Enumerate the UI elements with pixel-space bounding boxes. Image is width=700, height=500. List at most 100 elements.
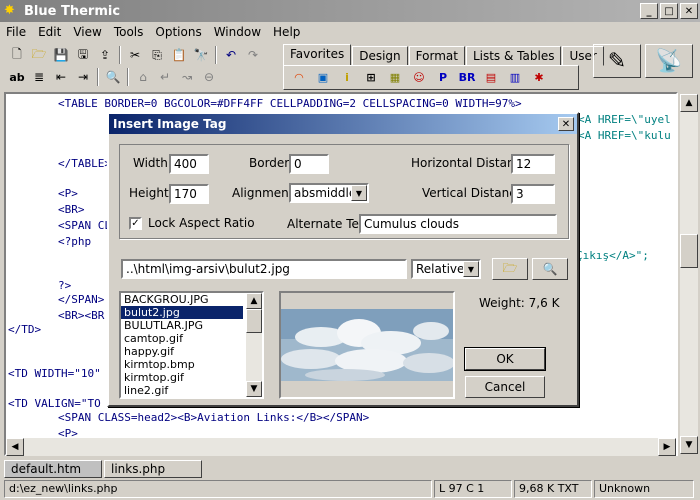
- scroll-left-icon[interactable]: ◀: [6, 438, 24, 456]
- menu-window[interactable]: Window: [214, 25, 261, 39]
- list-item[interactable]: line2.gif: [121, 384, 243, 397]
- home-icon[interactable]: ⌂: [132, 67, 154, 87]
- preview-image-icon[interactable]: 🔍: [532, 258, 568, 280]
- frames-icon[interactable]: ⊞: [360, 68, 382, 88]
- horizontal-scrollbar[interactable]: ◀ ▶: [6, 438, 676, 456]
- emoticon-icon[interactable]: ☺: [408, 68, 430, 88]
- list-item[interactable]: BACKGROU.JPG: [121, 293, 243, 306]
- cancel-button[interactable]: Cancel: [465, 376, 545, 398]
- title-bar: ✸ Blue Thermic _ □ ✕: [0, 0, 700, 22]
- list-item[interactable]: bulut2.jpg: [121, 306, 243, 319]
- status-path: d:\ez_new\links.php: [4, 480, 432, 498]
- scroll-up-icon[interactable]: ▲: [246, 293, 262, 309]
- image-icon[interactable]: ▦: [384, 68, 406, 88]
- save-icon[interactable]: 💾: [50, 45, 72, 65]
- list-item[interactable]: BULUTLAR.JPG: [121, 319, 243, 332]
- tag-tabs: Favorites Design Format Lists & Tables U…: [283, 44, 605, 66]
- upload-icon[interactable]: ⇪: [94, 45, 116, 65]
- path-mode-value: Relative: [416, 262, 465, 276]
- tab-favorites[interactable]: Favorites: [283, 44, 352, 66]
- paragraph-tag-icon[interactable]: P: [432, 68, 454, 88]
- stop-icon[interactable]: ⊖: [198, 67, 220, 87]
- notepad-icon[interactable]: ✎: [593, 44, 641, 78]
- border-field[interactable]: 0: [289, 154, 329, 174]
- image-preview: [279, 291, 455, 399]
- image-path-field[interactable]: ..\html\img-arsiv\bulut2.jpg: [121, 259, 407, 279]
- status-position: L 97 C 1: [434, 480, 512, 498]
- image-file-list[interactable]: BACKGROU.JPG bulut2.jpg BULUTLAR.JPG cam…: [119, 291, 264, 399]
- menu-options[interactable]: Options: [155, 25, 201, 39]
- horizontal-distance-field[interactable]: 12: [511, 154, 555, 174]
- save-all-icon[interactable]: 🖫: [72, 45, 94, 65]
- scroll-right-icon[interactable]: ▶: [658, 438, 676, 456]
- redo-icon[interactable]: ↷: [242, 45, 264, 65]
- alignment-select[interactable]: absmiddle ▼: [289, 183, 369, 203]
- list-item[interactable]: happy.gif: [121, 345, 243, 358]
- dialog-title: Insert Image Tag: [109, 114, 577, 134]
- preview-icon[interactable]: 🔍: [102, 67, 124, 87]
- indent-icon[interactable]: ⇥: [72, 67, 94, 87]
- scroll-thumb[interactable]: [246, 309, 262, 333]
- scroll-down-icon[interactable]: ▼: [246, 381, 262, 397]
- dialog-close-icon[interactable]: ✕: [558, 117, 574, 131]
- rainbow-icon[interactable]: ◠: [288, 68, 310, 88]
- satellite-icon[interactable]: 📡: [645, 44, 693, 78]
- spell-check-icon[interactable]: ab: [6, 67, 28, 87]
- chevron-down-icon[interactable]: ▼: [463, 261, 479, 277]
- find-icon[interactable]: 🔭: [190, 45, 212, 65]
- code-line: <SPAN CLASS=head2><B>Aviation Links:</B>…: [58, 411, 370, 424]
- tab-design[interactable]: Design: [352, 46, 408, 66]
- code-line: </TABLE>: [58, 157, 111, 170]
- page-icon[interactable]: ▣: [312, 68, 334, 88]
- wizard-icon[interactable]: ✱: [528, 68, 550, 88]
- outdent-icon[interactable]: ⇤: [50, 67, 72, 87]
- menu-help[interactable]: Help: [273, 25, 300, 39]
- list-item[interactable]: kirmtop.bmp: [121, 358, 243, 371]
- image-weight: Weight: 7,6 K: [479, 296, 560, 310]
- list-item[interactable]: kirmtop.gif: [121, 371, 243, 384]
- tab-lists-tables[interactable]: Lists & Tables: [465, 46, 562, 66]
- form-icon[interactable]: ▥: [504, 68, 526, 88]
- alternate-text-field[interactable]: Cumulus clouds: [359, 214, 557, 234]
- alignment-label: Alignment:: [232, 186, 298, 200]
- menu-view[interactable]: View: [73, 25, 101, 39]
- break-tag-icon[interactable]: BR: [456, 68, 478, 88]
- doc-tab-links[interactable]: links.php: [104, 460, 202, 478]
- table-icon[interactable]: ▤: [480, 68, 502, 88]
- open-folder-icon[interactable]: 🗁: [28, 45, 50, 65]
- cut-icon[interactable]: ✂: [124, 45, 146, 65]
- forward-icon[interactable]: ↝: [176, 67, 198, 87]
- new-file-icon[interactable]: 🗋: [6, 45, 28, 65]
- height-label: Height:: [129, 186, 173, 200]
- height-field[interactable]: 170: [169, 184, 209, 204]
- align-icon[interactable]: ≣: [28, 67, 50, 87]
- tab-format[interactable]: Format: [408, 46, 465, 66]
- chevron-down-icon[interactable]: ▼: [351, 185, 367, 201]
- path-mode-select[interactable]: Relative ▼: [411, 259, 481, 279]
- copy-icon[interactable]: ⎘: [146, 45, 168, 65]
- width-field[interactable]: 400: [169, 154, 209, 174]
- scroll-up-icon[interactable]: ▲: [680, 94, 698, 112]
- minimize-button[interactable]: _: [640, 3, 658, 19]
- menu-tools[interactable]: Tools: [114, 25, 144, 39]
- ok-button[interactable]: OK: [464, 347, 546, 371]
- back-icon[interactable]: ↵: [154, 67, 176, 87]
- close-button[interactable]: ✕: [680, 3, 698, 19]
- menu-edit[interactable]: Edit: [38, 25, 61, 39]
- info-icon[interactable]: i: [336, 68, 358, 88]
- menu-file[interactable]: File: [6, 25, 26, 39]
- lock-aspect-checkbox[interactable]: ✓: [129, 217, 142, 230]
- doc-tab-default[interactable]: default.htm: [4, 460, 102, 478]
- scroll-thumb[interactable]: [680, 234, 698, 268]
- format-toolbar: ab ≣ ⇤ ⇥ 🔍 ⌂ ↵ ↝ ⊖: [6, 67, 220, 87]
- paste-icon[interactable]: 📋: [168, 45, 190, 65]
- document-tabs: default.htm links.php: [4, 460, 204, 480]
- list-scrollbar[interactable]: ▲ ▼: [246, 293, 262, 397]
- browse-folder-icon[interactable]: 🗁: [492, 258, 528, 280]
- list-item[interactable]: camtop.gif: [121, 332, 243, 345]
- maximize-button[interactable]: □: [660, 3, 678, 19]
- undo-icon[interactable]: ↶: [220, 45, 242, 65]
- vertical-distance-field[interactable]: 3: [511, 184, 555, 204]
- scroll-down-icon[interactable]: ▼: [680, 436, 698, 454]
- vertical-scrollbar[interactable]: ▲ ▼: [680, 94, 698, 454]
